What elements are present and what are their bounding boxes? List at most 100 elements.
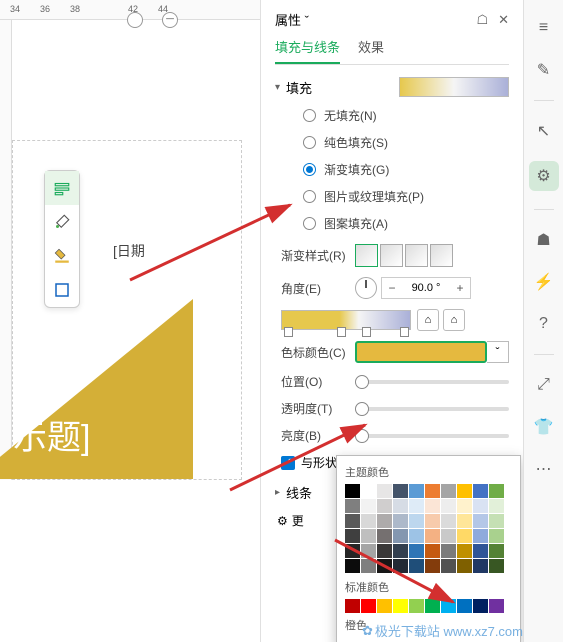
color-swatch[interactable]	[409, 514, 424, 528]
more-label[interactable]: 更	[292, 512, 304, 529]
panel-tabs: 填充与线条 效果	[275, 37, 509, 65]
flower-icon: ✿	[362, 623, 373, 639]
color-swatch[interactable]	[361, 499, 376, 513]
gradient-stop[interactable]	[400, 327, 409, 337]
color-swatch[interactable]	[489, 499, 504, 513]
fill-gradient[interactable]: 渐变填充(G)	[303, 161, 509, 178]
stop-color-preview[interactable]	[355, 341, 487, 363]
angle-decrease[interactable]: −	[382, 281, 402, 295]
annotation-arrow	[230, 420, 380, 495]
fill-type-group: 无填充(N) 纯色填充(S) 渐变填充(G) 图片或纹理填充(P) 图案填充(A…	[275, 107, 509, 232]
watermark: ✿ 极光下载站 www.xz7.com	[362, 621, 523, 640]
text-box-tool[interactable]	[45, 171, 79, 205]
color-swatch[interactable]	[425, 499, 440, 513]
color-swatch[interactable]	[441, 499, 456, 513]
color-swatch[interactable]	[489, 559, 504, 573]
menu-icon[interactable]: ≡	[532, 16, 556, 40]
close-icon[interactable]: ✕	[498, 12, 509, 28]
color-swatch[interactable]	[393, 484, 408, 498]
color-swatch[interactable]	[473, 499, 488, 513]
brush-tool[interactable]	[45, 205, 79, 239]
pen-icon[interactable]: ✎	[532, 58, 556, 82]
lightning-icon[interactable]: ⚡	[532, 270, 556, 294]
angle-value[interactable]: 90.0 °	[402, 282, 450, 294]
color-swatch[interactable]	[473, 599, 488, 613]
fill-preview[interactable]	[399, 77, 509, 97]
angle-increase[interactable]: +	[450, 281, 470, 295]
ruler-mark: 36	[40, 4, 50, 14]
tab-fill-stroke[interactable]: 填充与线条	[275, 37, 340, 64]
collapse-icon: ▾	[275, 82, 280, 93]
slide-canvas: 34 36 38 42 44 − [日期 示题]	[0, 0, 260, 642]
color-swatch[interactable]	[409, 484, 424, 498]
pin-icon[interactable]: ☖	[476, 12, 488, 28]
gradient-stop[interactable]	[284, 327, 293, 337]
gradient-style-options	[355, 244, 453, 267]
transparency-slider[interactable]	[355, 407, 509, 411]
color-swatch[interactable]	[377, 499, 392, 513]
color-swatch[interactable]	[489, 599, 504, 613]
angle-stepper: − 90.0 ° +	[381, 277, 471, 299]
color-swatch[interactable]	[457, 484, 472, 498]
fill-pattern[interactable]: 图案填充(A)	[303, 215, 509, 232]
color-swatch[interactable]	[457, 514, 472, 528]
fill-none[interactable]: 无填充(N)	[303, 107, 509, 124]
color-swatch[interactable]	[345, 499, 360, 513]
fill-solid[interactable]: 纯色填充(S)	[303, 134, 509, 151]
help-icon[interactable]: ?	[532, 312, 556, 336]
floating-toolbar	[44, 170, 80, 308]
color-swatch[interactable]	[489, 484, 504, 498]
fill-picture[interactable]: 图片或纹理填充(P)	[303, 188, 509, 205]
more-icon[interactable]: ⋯	[532, 457, 556, 481]
color-swatch[interactable]	[393, 514, 408, 528]
angle-dial[interactable]	[355, 277, 377, 299]
position-slider[interactable]	[355, 380, 509, 384]
gradient-stop[interactable]	[362, 327, 371, 337]
color-swatch[interactable]	[425, 484, 440, 498]
title-placeholder[interactable]: 示题]	[13, 410, 90, 459]
transform-icon[interactable]: ⤢	[532, 373, 556, 397]
color-swatch[interactable]	[345, 514, 360, 528]
color-swatch[interactable]	[425, 514, 440, 528]
annotation-arrow	[335, 540, 465, 615]
color-swatch[interactable]	[473, 529, 488, 543]
position-label: 位置(O)	[281, 373, 355, 390]
border-tool[interactable]	[45, 273, 79, 307]
gradient-style-3[interactable]	[405, 244, 428, 267]
color-swatch[interactable]	[377, 514, 392, 528]
stamp-icon[interactable]: ☗	[532, 228, 556, 252]
color-swatch[interactable]	[489, 514, 504, 528]
tab-effects[interactable]: 效果	[358, 37, 384, 64]
color-swatch[interactable]	[489, 529, 504, 543]
settings-active-icon[interactable]: ⚙	[529, 161, 559, 191]
selection-handle[interactable]	[127, 12, 143, 28]
gradient-stop[interactable]	[337, 327, 346, 337]
fill-section-header[interactable]: ▾ 填充	[275, 77, 509, 97]
color-swatch[interactable]	[409, 499, 424, 513]
gradient-style-2[interactable]	[380, 244, 403, 267]
color-tool[interactable]	[45, 239, 79, 273]
cursor-icon[interactable]: ↖	[532, 119, 556, 143]
add-stop-button[interactable]: ⌂	[417, 309, 439, 331]
more-settings-icon[interactable]: ⚙	[277, 514, 288, 528]
remove-stop-button[interactable]: ⌂	[443, 309, 465, 331]
gradient-stops-bar[interactable]	[281, 310, 411, 330]
selection-handle-minus[interactable]: −	[162, 12, 178, 28]
color-swatch[interactable]	[393, 499, 408, 513]
color-swatch[interactable]	[473, 484, 488, 498]
color-swatch[interactable]	[473, 559, 488, 573]
color-swatch[interactable]	[473, 544, 488, 558]
shirt-icon[interactable]: 👕	[532, 415, 556, 439]
stop-color-dropdown[interactable]: ˇ	[487, 341, 509, 363]
color-swatch[interactable]	[473, 514, 488, 528]
panel-title: 属性 ˇ	[275, 10, 309, 29]
color-swatch[interactable]	[441, 514, 456, 528]
gradient-style-1[interactable]	[355, 244, 378, 267]
color-swatch[interactable]	[489, 544, 504, 558]
color-swatch[interactable]	[457, 499, 472, 513]
color-swatch[interactable]	[361, 514, 376, 528]
annotation-arrow	[130, 200, 310, 285]
stop-color-label: 色标颜色(C)	[281, 344, 355, 361]
gradient-style-4[interactable]	[430, 244, 453, 267]
color-swatch[interactable]	[441, 484, 456, 498]
